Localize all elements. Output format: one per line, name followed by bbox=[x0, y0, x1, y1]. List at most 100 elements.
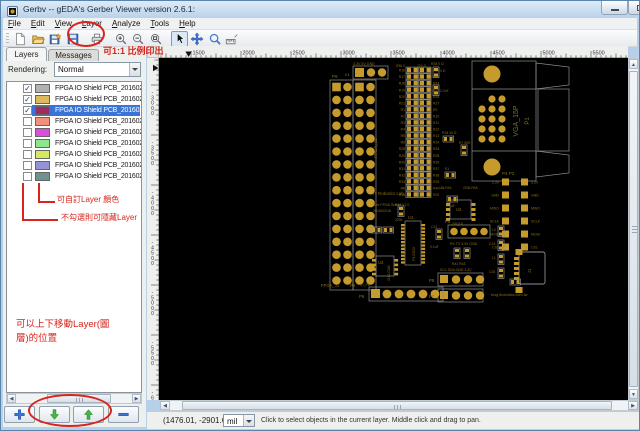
annotation-visibility-note: 不勾選則可隱藏Layer bbox=[61, 213, 138, 222]
new-file-button[interactable] bbox=[12, 31, 29, 47]
svg-text:2500: 2500 bbox=[293, 51, 305, 57]
layer-visible-checkbox[interactable]: ✓ bbox=[23, 84, 32, 93]
layer-visible-checkbox[interactable] bbox=[23, 150, 32, 159]
svg-text:GND: GND bbox=[531, 194, 539, 198]
svg-text:P7: P7 bbox=[429, 294, 435, 299]
svg-text:1500: 1500 bbox=[193, 51, 205, 57]
scroll-down-arrow[interactable]: ▼ bbox=[629, 389, 638, 399]
svg-text:R2: R2 bbox=[401, 114, 405, 118]
scroll-left-arrow[interactable]: ◀ bbox=[7, 394, 16, 403]
layer-color-swatch[interactable] bbox=[35, 84, 50, 93]
svg-text:IO_P6: IO_P6 bbox=[360, 283, 370, 287]
layer-name: FPGA IO Shield PCB_20160225- bbox=[55, 84, 141, 92]
measure-button[interactable] bbox=[224, 31, 241, 47]
scroll-up-arrow[interactable]: ▲ bbox=[629, 59, 638, 69]
svg-text:R37: R37 bbox=[433, 167, 439, 171]
svg-text:3000: 3000 bbox=[343, 51, 355, 57]
menu-analyze[interactable]: Analyze bbox=[107, 18, 145, 28]
maximize-button[interactable] bbox=[628, 1, 639, 15]
layer-visible-checkbox[interactable]: ✓ bbox=[23, 95, 32, 104]
left-panel: Layers Messages Rendering: Normal ✓ FPGA … bbox=[3, 47, 146, 427]
units-select[interactable]: mil bbox=[223, 414, 255, 427]
scroll-thumb[interactable] bbox=[629, 71, 638, 387]
minimize-button[interactable] bbox=[601, 1, 628, 15]
svg-text:R41 R43: R41 R43 bbox=[452, 262, 465, 266]
layer-row[interactable]: ✓ FPGA IO Shield PCB_20160225- bbox=[8, 105, 141, 116]
layer-visible-checkbox[interactable] bbox=[23, 117, 32, 126]
svg-text:R21: R21 bbox=[399, 101, 405, 105]
menu-edit[interactable]: Edit bbox=[26, 18, 50, 28]
svg-text:P6: P6 bbox=[359, 294, 365, 299]
status-bar: (1476.01, -2901.68) mil Click to select … bbox=[147, 411, 639, 429]
layer-row[interactable]: FPGA IO Shield PCB_20160225- bbox=[8, 149, 141, 160]
layer-row[interactable]: FPGA IO Shield PCB_20160225- bbox=[8, 138, 141, 149]
pan-button[interactable] bbox=[189, 31, 206, 47]
svg-text:L2: L2 bbox=[492, 228, 496, 232]
tab-layers[interactable]: Layers bbox=[6, 47, 47, 61]
svg-text:18k PA4: 18k PA4 bbox=[439, 186, 452, 190]
annotation-line bbox=[22, 183, 24, 220]
scroll-thumb[interactable] bbox=[182, 401, 612, 410]
tab-messages[interactable]: Messages bbox=[48, 49, 99, 61]
layer-color-swatch[interactable] bbox=[35, 161, 50, 170]
svg-text:P5: P5 bbox=[445, 219, 451, 224]
svg-text:P4 P2: P4 P2 bbox=[502, 171, 515, 176]
layer-row[interactable]: FPGA IO Shield PCB_20160225- bbox=[8, 171, 141, 182]
layer-color-swatch[interactable] bbox=[35, 106, 50, 115]
svg-text:RX TX 3.3V GND: RX TX 3.3V GND bbox=[450, 242, 478, 246]
revert-button[interactable] bbox=[47, 31, 64, 47]
layer-color-swatch[interactable] bbox=[35, 117, 50, 126]
rendering-label: Rendering: bbox=[8, 65, 48, 74]
units-dropdown-arrow[interactable] bbox=[243, 415, 254, 426]
layer-row[interactable]: FPGA IO Shield PCB_20160225. bbox=[8, 160, 141, 171]
rendering-select[interactable]: Normal bbox=[54, 62, 141, 77]
scroll-right-arrow[interactable]: ▶ bbox=[132, 394, 141, 403]
canvas-vscrollbar[interactable]: ▲ ▼ bbox=[628, 58, 639, 400]
scroll-left-arrow[interactable]: ◀ bbox=[160, 401, 170, 410]
svg-text:3.3V 5V GND: 3.3V 5V GND bbox=[353, 62, 375, 66]
svg-text:3.3V: 3.3V bbox=[531, 181, 539, 185]
annotation-line bbox=[38, 183, 40, 202]
layer-row[interactable]: FPGA IO Shield PCB_20160225- bbox=[8, 127, 141, 138]
move-buttons-highlight bbox=[28, 394, 112, 427]
svg-text:R18: R18 bbox=[399, 82, 405, 86]
layer-color-swatch[interactable] bbox=[35, 150, 50, 159]
layer-row[interactable]: FPGA IO Shield PCB_20160225- bbox=[8, 116, 141, 127]
svg-text:R28: R28 bbox=[399, 147, 405, 151]
svg-text:R33: R33 bbox=[399, 180, 405, 184]
layer-row[interactable]: ✓ FPGA IO Shield PCB_20160225- bbox=[8, 83, 141, 94]
layer-visible-checkbox[interactable] bbox=[23, 172, 32, 181]
layer-color-swatch[interactable] bbox=[35, 128, 50, 137]
svg-text:R35: R35 bbox=[433, 154, 439, 158]
pointer-button[interactable] bbox=[171, 30, 188, 47]
vertical-ruler: -3000-3500-4000-4500-5000-5500-6000 bbox=[147, 58, 159, 400]
layer-color-swatch[interactable] bbox=[35, 139, 50, 148]
svg-text:P9: P9 bbox=[332, 74, 338, 79]
remove-layer-button[interactable] bbox=[108, 406, 139, 423]
pcb-canvas[interactable]: R16R23R17R36R18R24R19R25R20R26R21R27R1R9… bbox=[159, 58, 628, 400]
menu-help[interactable]: Help bbox=[174, 18, 200, 28]
layer-visible-checkbox[interactable] bbox=[23, 139, 32, 148]
svg-text:MISO: MISO bbox=[490, 207, 499, 211]
zoom-tool-button[interactable] bbox=[206, 31, 223, 47]
svg-text:R22: R22 bbox=[433, 193, 439, 197]
annotation-line bbox=[22, 219, 58, 221]
title-bar[interactable]: Gerbv -- gEDA's Gerber Viewer version 2.… bbox=[1, 1, 639, 18]
canvas-hscrollbar[interactable]: ◀ ▶ bbox=[159, 400, 639, 411]
scroll-right-arrow[interactable]: ▶ bbox=[628, 401, 638, 410]
svg-text:VGA_15P: VGA_15P bbox=[513, 105, 520, 136]
layer-visible-checkbox[interactable]: ✓ bbox=[23, 106, 32, 115]
layer-color-swatch[interactable] bbox=[35, 95, 50, 104]
open-button[interactable] bbox=[29, 31, 46, 47]
layer-visible-checkbox[interactable] bbox=[23, 128, 32, 137]
rendering-dropdown-arrow[interactable] bbox=[129, 63, 140, 76]
svg-text:C13: C13 bbox=[489, 242, 495, 246]
layer-visible-checkbox[interactable] bbox=[23, 161, 32, 170]
svg-text:R7 50R: R7 50R bbox=[459, 141, 471, 145]
layer-row[interactable]: ✓ FPGA IO Shield PCB_20160225- bbox=[8, 94, 141, 105]
menu-tools[interactable]: Tools bbox=[145, 18, 174, 28]
layer-color-swatch[interactable] bbox=[35, 172, 50, 181]
app-window: Gerbv -- gEDA's Gerber Viewer version 2.… bbox=[0, 0, 640, 431]
layer-name: FPGA IO Shield PCB_20160225- bbox=[55, 150, 141, 158]
menu-file[interactable]: File bbox=[3, 18, 26, 28]
